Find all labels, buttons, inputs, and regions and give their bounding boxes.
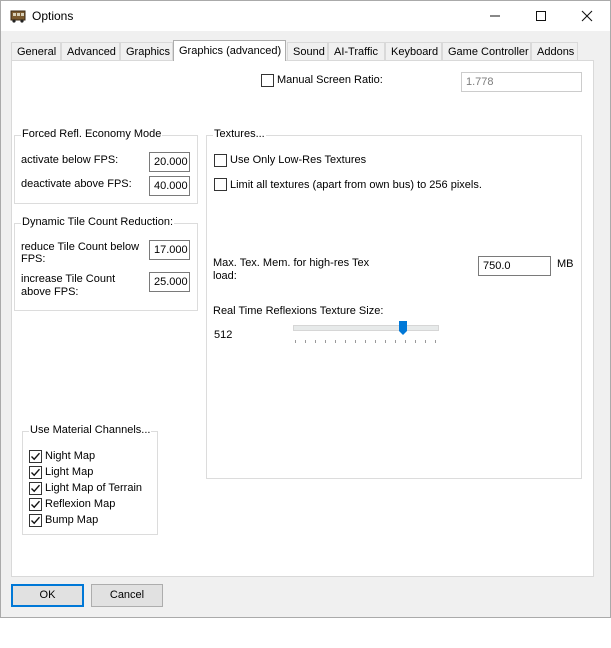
- tile-reduction-title: Dynamic Tile Count Reduction:: [21, 216, 175, 228]
- material-channel-label-4: Bump Map: [45, 514, 99, 526]
- textures-title: Textures...: [213, 128, 266, 140]
- slider-tick: [345, 340, 346, 343]
- material-channel-label-0: Night Map: [45, 450, 96, 462]
- tab-general[interactable]: General: [11, 42, 61, 60]
- tab-sound[interactable]: Sound: [287, 42, 328, 60]
- tab-graphics-advanced[interactable]: Graphics (advanced): [173, 40, 286, 61]
- title-bar[interactable]: Options: [1, 1, 610, 31]
- activate-below-fps-field[interactable]: 20.000: [149, 152, 190, 172]
- material-channel-checkbox-4[interactable]: [29, 514, 42, 527]
- options-window: Options General Advanced Graphics Graphi…: [0, 0, 611, 618]
- screen-ratio-field[interactable]: 1.778: [461, 72, 582, 92]
- tab-addons[interactable]: Addons: [531, 42, 578, 60]
- reduce-tile-count-label-line2: FPS:: [21, 253, 46, 265]
- material-channels-title: Use Material Channels...: [29, 424, 152, 436]
- reduce-tile-count-label-line1: reduce Tile Count below: [21, 241, 140, 253]
- slider-tick: [335, 340, 336, 343]
- limit-textures-checkbox[interactable]: [214, 178, 227, 191]
- slider-tick: [365, 340, 366, 343]
- material-channel-checkbox-3[interactable]: [29, 498, 42, 511]
- slider-tick: [315, 340, 316, 343]
- economy-mode-title: Forced Refl. Economy Mode: [21, 128, 163, 140]
- cancel-button[interactable]: Cancel: [91, 584, 163, 607]
- activate-below-fps-label: activate below FPS:: [21, 154, 119, 166]
- tab-ai-traffic[interactable]: AI-Traffic: [328, 42, 385, 60]
- slider-tick: [295, 340, 296, 343]
- increase-tile-count-label-line1: increase Tile Count: [21, 273, 116, 285]
- close-button[interactable]: [564, 1, 610, 31]
- minimize-button[interactable]: [472, 1, 518, 31]
- increase-tile-count-label-line2: above FPS:: [21, 286, 79, 298]
- minimize-icon: [490, 15, 500, 17]
- max-tex-mem-unit: MB: [557, 258, 574, 270]
- slider-tick: [415, 340, 416, 343]
- material-channel-label-3: Reflexion Map: [45, 498, 116, 510]
- reflexion-slider-track[interactable]: [293, 325, 439, 331]
- low-res-textures-checkbox[interactable]: [214, 154, 227, 167]
- max-tex-mem-label-line1: Max. Tex. Mem. for high-res Tex: [213, 257, 370, 269]
- material-channel-label-1: Light Map: [45, 466, 94, 478]
- deactivate-above-fps-field[interactable]: 40.000: [149, 176, 190, 196]
- reflexion-texture-size-label: Real Time Reflexions Texture Size:: [213, 305, 384, 317]
- slider-tick: [375, 340, 376, 343]
- slider-tick: [355, 340, 356, 343]
- deactivate-above-fps-label: deactivate above FPS:: [21, 178, 132, 190]
- window-title: Options: [32, 9, 74, 23]
- slider-tick: [385, 340, 386, 343]
- slider-tick: [435, 340, 436, 343]
- max-tex-mem-label-line2: load:: [213, 270, 237, 282]
- manual-screen-ratio-label: Manual Screen Ratio:: [277, 74, 383, 86]
- tab-advanced[interactable]: Advanced: [61, 42, 120, 60]
- low-res-textures-label: Use Only Low-Res Textures: [230, 154, 367, 166]
- maximize-button[interactable]: [518, 1, 564, 31]
- manual-screen-ratio-checkbox[interactable]: [261, 74, 274, 87]
- limit-textures-label: Limit all textures (apart from own bus) …: [230, 179, 482, 191]
- tab-game-controller[interactable]: Game Controller: [442, 42, 531, 60]
- slider-tick: [405, 340, 406, 343]
- max-tex-mem-field[interactable]: 750.0: [478, 256, 551, 276]
- slider-tick: [395, 340, 396, 343]
- material-channel-checkbox-0[interactable]: [29, 450, 42, 463]
- slider-tick: [425, 340, 426, 343]
- maximize-icon: [536, 11, 546, 21]
- tab-graphics[interactable]: Graphics: [120, 42, 173, 60]
- material-channel-label-2: Light Map of Terrain: [45, 482, 143, 494]
- reflexion-slider-thumb[interactable]: [399, 321, 407, 335]
- reflexion-texture-size-value: 512: [214, 329, 233, 341]
- slider-tick: [305, 340, 306, 343]
- material-channel-checkbox-2[interactable]: [29, 482, 42, 495]
- tab-keyboard[interactable]: Keyboard: [385, 42, 442, 60]
- close-icon: [581, 10, 593, 22]
- reduce-tile-count-field[interactable]: 17.000: [149, 240, 190, 260]
- material-channel-checkbox-1[interactable]: [29, 466, 42, 479]
- ok-button[interactable]: OK: [11, 584, 84, 607]
- app-bus-icon: [10, 10, 26, 23]
- slider-tick: [325, 340, 326, 343]
- increase-tile-count-field[interactable]: 25.000: [149, 272, 190, 292]
